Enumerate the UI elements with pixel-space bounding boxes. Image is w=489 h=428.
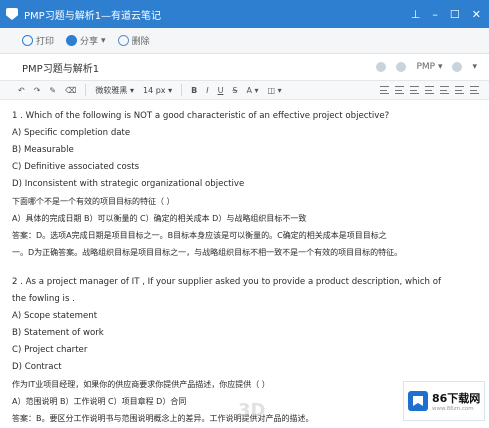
strikethrough-icon[interactable]: S̶ bbox=[232, 86, 237, 95]
q2-option-b: B) Statement of work bbox=[12, 328, 104, 338]
separator bbox=[181, 84, 183, 96]
notebook-selector[interactable]: PMP ▾ bbox=[416, 62, 442, 72]
align-right-icon[interactable] bbox=[410, 86, 419, 94]
bold-button[interactable]: B bbox=[191, 86, 197, 95]
site-watermark: 86下载网 www.86zn.com bbox=[403, 381, 485, 421]
share-label: 分享 bbox=[80, 37, 99, 47]
note-toolbar: 打印 分享 ▾ 删除 bbox=[0, 28, 489, 54]
font-size-value: 14 px bbox=[142, 85, 166, 95]
app-logo-icon bbox=[6, 8, 18, 20]
q1-cn-question: 下面哪个不是一个有效的项目目标的特征（ ） bbox=[12, 197, 175, 206]
delete-label: 删除 bbox=[131, 37, 150, 47]
undo-icon[interactable]: ↶ bbox=[18, 86, 25, 95]
font-family-value: 微软雅黑 bbox=[95, 85, 128, 95]
q2-question-line1: 2 . As a project manager of IT , If your… bbox=[12, 277, 442, 287]
format-toolbar: ↶ ↷ ✎ ⌫ 微软雅黑 ▾ 14 px ▾ B I U S̶ A ▾ ◫ ▾ bbox=[0, 80, 489, 100]
numbered-list-icon[interactable] bbox=[440, 86, 449, 94]
chevron-down-icon: ▾ bbox=[101, 35, 106, 46]
q1-question: 1 . Which of the following is NOT a good… bbox=[12, 111, 390, 121]
brand-logo-icon bbox=[408, 391, 428, 411]
font-size-select[interactable]: 14 px ▾ bbox=[143, 86, 172, 95]
note-header-actions: PMP ▾ ▾ bbox=[376, 62, 477, 72]
font-color-label: A bbox=[246, 85, 252, 95]
q2-option-d: D) Contract bbox=[12, 362, 62, 372]
window-titlebar: PMP习题与解析1—有道云笔记 ⊥ – ☐ ✕ bbox=[0, 0, 489, 28]
watermark-text: 86下载网 www.86zn.com bbox=[432, 390, 480, 412]
share-icon bbox=[66, 35, 78, 46]
q2-option-c: C) Project charter bbox=[12, 345, 88, 355]
underline-button[interactable]: U bbox=[218, 86, 224, 95]
pin-icon[interactable]: ⊥ bbox=[411, 9, 421, 20]
print-icon bbox=[22, 35, 33, 46]
bullet-list-icon[interactable] bbox=[425, 86, 434, 94]
watermark-brand: 86下载网 bbox=[432, 392, 481, 405]
print-button[interactable]: 打印 bbox=[22, 34, 54, 47]
redo-icon[interactable]: ↷ bbox=[34, 86, 41, 95]
history-icon[interactable] bbox=[396, 62, 407, 72]
q1-option-d: D) Inconsistent with strategic organizat… bbox=[12, 179, 245, 189]
window-title: PMP习题与解析1—有道云笔记 bbox=[24, 10, 162, 22]
q2-question-line2: the fowling is . bbox=[12, 294, 75, 304]
print-label: 打印 bbox=[36, 37, 55, 47]
font-color-button[interactable]: A ▾ bbox=[247, 86, 259, 95]
italic-button[interactable]: I bbox=[206, 86, 208, 95]
align-center-icon[interactable] bbox=[395, 86, 404, 94]
q1-answer-line2: 一。D为正确答案。战略组织目标是项目目标之一，与战略组织目标不相一致不是一个有效… bbox=[12, 248, 403, 257]
watermark-overlay: 3D bbox=[238, 400, 266, 421]
watermark-url: www.86zn.com bbox=[432, 406, 474, 412]
outdent-icon[interactable] bbox=[470, 86, 479, 94]
share-button[interactable]: 分享 ▾ bbox=[66, 34, 106, 47]
q1-option-b: B) Measurable bbox=[12, 145, 74, 155]
q1-cn-options: A）具体的完成日期 B）可以衡量的 C）确定的相关成本 D）与战略组织目标不一致 bbox=[12, 214, 307, 223]
more-icon[interactable] bbox=[452, 62, 463, 72]
window-controls: ⊥ – ☐ ✕ bbox=[411, 9, 481, 20]
note-header: PMP习题与解析1 PMP ▾ ▾ bbox=[0, 54, 489, 80]
attach-icon[interactable] bbox=[376, 62, 387, 72]
clear-format-icon[interactable]: ⌫ bbox=[65, 86, 76, 95]
notebook-label: PMP bbox=[416, 62, 436, 72]
delete-icon bbox=[117, 35, 129, 46]
maximize-button[interactable]: ☐ bbox=[450, 9, 460, 20]
delete-button[interactable]: 删除 bbox=[117, 34, 150, 47]
font-family-select[interactable]: 微软雅黑 ▾ bbox=[95, 85, 134, 96]
minimize-button[interactable]: – bbox=[432, 9, 438, 20]
align-left-icon[interactable] bbox=[380, 86, 389, 94]
close-button[interactable]: ✕ bbox=[472, 9, 481, 20]
q1-option-a: A) Specific completion date bbox=[12, 128, 131, 138]
q1-answer-line1: 答案：D。选项A完成日期是项目目标之一。B目标本身应该是可以衡量的。C确定的相关… bbox=[12, 231, 387, 240]
note-editor[interactable]: 1 . Which of the following is NOT a good… bbox=[12, 108, 482, 427]
chevron-down-icon[interactable]: ▾ bbox=[472, 62, 477, 72]
q2-option-a: A) Scope statement bbox=[12, 311, 98, 321]
indent-icon[interactable] bbox=[455, 86, 464, 94]
format-painter-icon[interactable]: ✎ bbox=[49, 86, 56, 95]
alignment-group bbox=[380, 86, 479, 94]
note-title[interactable]: PMP习题与解析1 bbox=[22, 60, 99, 75]
q1-option-c: C) Definitive associated costs bbox=[12, 162, 140, 172]
separator bbox=[85, 84, 87, 96]
highlight-icon[interactable]: ◫ ▾ bbox=[268, 86, 282, 95]
